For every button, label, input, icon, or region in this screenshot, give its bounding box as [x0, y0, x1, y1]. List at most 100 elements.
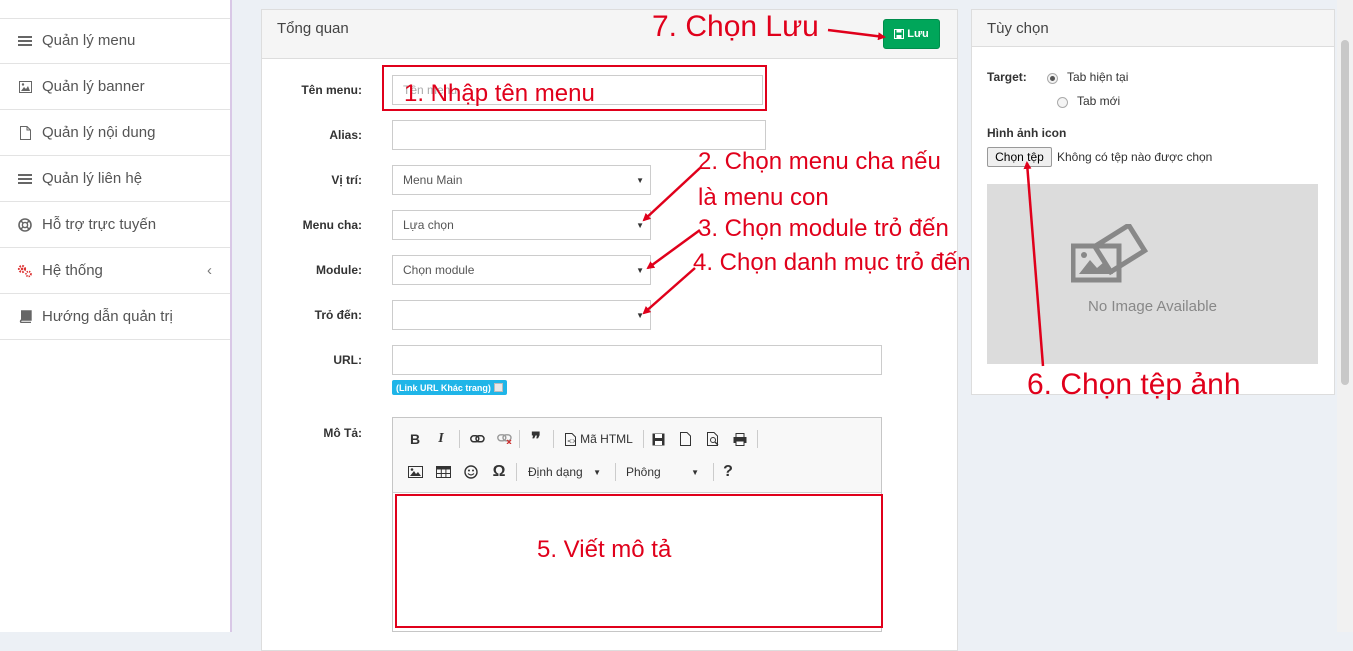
position-value: Menu Main: [403, 173, 463, 187]
editor-toolbar: B I ❞ <> Mã HTML Ω Định dạng ▼ Phông ▼ ?: [393, 418, 881, 493]
page-scrollbar[interactable]: [1337, 0, 1353, 632]
sidebar-item-guide[interactable]: Hướng dẫn quản trị: [0, 294, 230, 340]
book-icon: [17, 310, 33, 323]
format-dropdown[interactable]: Định dạng ▼: [523, 461, 609, 483]
module-select[interactable]: Chọn module ▼: [392, 255, 651, 285]
toolbar-separator: [615, 463, 616, 481]
source-html-button[interactable]: <> Mã HTML: [563, 428, 635, 450]
save-icon[interactable]: [649, 428, 667, 450]
sidebar-item-label: Hỗ trợ trực tuyến: [42, 216, 157, 233]
caret-down-icon: ▼: [636, 221, 644, 230]
sidebar-item-menu[interactable]: Quản lý menu: [0, 18, 230, 64]
sidebar-item-banner[interactable]: Quản lý banner: [0, 64, 230, 110]
sidebar-item-system[interactable]: Hệ thống ‹: [0, 248, 230, 294]
table-icon[interactable]: [434, 461, 452, 483]
cogs-icon: [17, 264, 33, 278]
parent-menu-select[interactable]: Lựa chọn ▼: [392, 210, 651, 240]
toolbar-separator: [643, 430, 644, 448]
image-icon: [17, 80, 33, 93]
parent-label: Menu cha:: [302, 218, 362, 232]
toolbar-separator: [459, 430, 460, 448]
radio-current-tab[interactable]: [1047, 73, 1058, 84]
position-label: Vị trí:: [331, 173, 362, 187]
target-label: Trỏ đến:: [314, 308, 362, 322]
chevron-left-icon[interactable]: ‹: [207, 262, 212, 279]
caret-down-icon: ▼: [636, 266, 644, 275]
blockquote-icon[interactable]: ❞: [527, 428, 545, 450]
lifebuoy-icon: [17, 217, 33, 232]
parent-value: Lựa chọn: [403, 218, 454, 232]
preview-icon[interactable]: [704, 428, 722, 450]
scrollbar-thumb[interactable]: [1341, 40, 1349, 385]
source-html-label: Mã HTML: [580, 432, 633, 446]
sidebar-item-content[interactable]: Quản lý nội dung: [0, 110, 230, 156]
caret-down-icon: ▼: [593, 467, 601, 477]
toolbar-separator: [519, 430, 520, 448]
module-label: Module:: [316, 263, 362, 277]
annotation-7: 7. Chọn Lưu: [652, 10, 819, 43]
target-option-label: Target:: [987, 70, 1027, 84]
toolbar-separator: [553, 430, 554, 448]
font-dropdown-label: Phông: [626, 465, 661, 479]
toolbar-separator: [516, 463, 517, 481]
link-url-toggle[interactable]: (Link URL Khác trang): [392, 380, 507, 395]
help-icon[interactable]: ?: [719, 461, 737, 483]
image-icon[interactable]: [406, 461, 424, 483]
special-char-icon[interactable]: Ω: [490, 461, 508, 483]
overview-title: Tổng quan: [277, 20, 349, 37]
overview-panel-header: Tổng quan: [262, 10, 957, 59]
bold-icon[interactable]: B: [407, 428, 423, 450]
choose-file-button[interactable]: Chọn tệp: [987, 147, 1052, 167]
sidebar: Quản lý menu Quản lý banner Quản lý nội …: [0, 0, 232, 632]
radio-current-tab-label: Tab hiện tại: [1067, 70, 1129, 84]
caret-down-icon: ▼: [691, 467, 699, 477]
save-button[interactable]: Lưu: [883, 19, 940, 49]
link-checkbox[interactable]: [493, 383, 503, 392]
sidebar-item-support[interactable]: Hỗ trợ trực tuyến: [0, 202, 230, 248]
toolbar-separator: [757, 430, 758, 448]
annotation-2-line2: là menu con: [698, 184, 829, 211]
sidebar-item-label: Hướng dẫn quản trị: [42, 308, 173, 325]
target-select[interactable]: ▼: [392, 300, 651, 330]
options-panel-header: Tùy chọn: [972, 10, 1334, 47]
no-image-text: No Image Available: [1088, 298, 1217, 315]
file-icon: [17, 125, 33, 140]
alias-label: Alias:: [329, 128, 362, 142]
sidebar-item-label: Quản lý menu: [42, 32, 136, 49]
name-label: Tên menu:: [301, 83, 362, 97]
sidebar-item-label: Quản lý liên hệ: [42, 170, 143, 187]
radio-new-tab[interactable]: [1057, 97, 1068, 108]
annotation-6: 6. Chọn tệp ảnh: [1027, 368, 1241, 401]
alias-input[interactable]: [392, 120, 766, 150]
svg-text:<>: <>: [567, 438, 576, 445]
annotation-4: 4. Chọn danh mục trỏ đến: [693, 249, 971, 276]
sidebar-cut-item: [0, 0, 230, 19]
sidebar-item-label: Hệ thống: [42, 262, 103, 279]
format-dropdown-label: Định dạng: [528, 465, 583, 479]
radio-new-tab-label: Tab mới: [1077, 94, 1121, 108]
new-page-icon[interactable]: [676, 428, 694, 450]
file-status: Không có tệp nào được chọn: [1057, 150, 1213, 164]
caret-down-icon: ▼: [636, 311, 644, 320]
bars-icon: [17, 35, 33, 47]
toolbar-separator: [713, 463, 714, 481]
sidebar-item-label: Quản lý nội dung: [42, 124, 156, 141]
annotation-3: 3. Chọn module trỏ đến: [698, 215, 949, 242]
unlink-icon[interactable]: [495, 428, 513, 450]
annotation-5: 5. Viết mô tả: [537, 536, 672, 563]
bars-icon: [17, 173, 33, 185]
italic-icon[interactable]: I: [433, 428, 449, 450]
smiley-icon[interactable]: [462, 461, 480, 483]
font-dropdown[interactable]: Phông ▼: [621, 461, 707, 483]
code-file-icon: <>: [565, 432, 577, 446]
description-label: Mô Tả:: [323, 426, 362, 440]
sidebar-item-contact[interactable]: Quản lý liên hệ: [0, 156, 230, 202]
no-image-icon: [1071, 224, 1149, 283]
position-select[interactable]: Menu Main ▼: [392, 165, 651, 195]
url-input[interactable]: [392, 345, 882, 375]
caret-down-icon: ▼: [636, 176, 644, 185]
print-icon[interactable]: [731, 428, 749, 450]
link-icon[interactable]: [468, 428, 486, 450]
sidebar-item-label: Quản lý banner: [42, 78, 145, 95]
url-label: URL:: [333, 353, 362, 367]
